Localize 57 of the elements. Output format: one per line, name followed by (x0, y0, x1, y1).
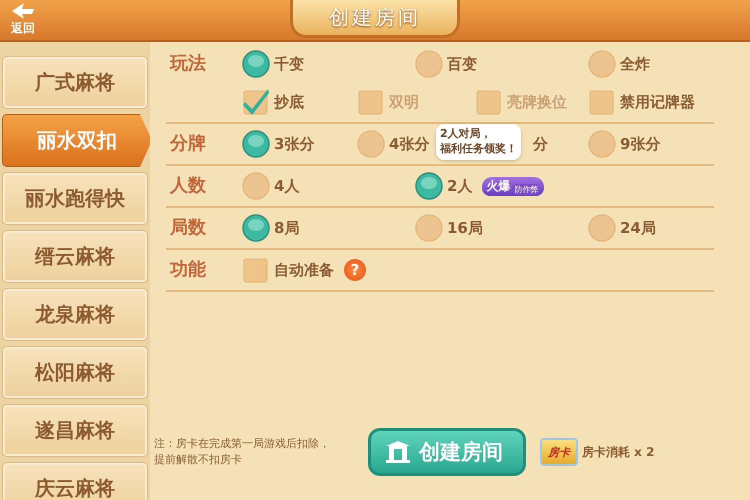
sidebar-item[interactable]: 庆云麻将 (2, 462, 148, 500)
option-label: 16局 (447, 218, 483, 238)
option-label: 24局 (620, 218, 656, 238)
setting-label: 人数 (168, 174, 207, 197)
tooltip-text: 福利任务领奖！ (440, 142, 517, 157)
radio-button[interactable] (415, 50, 443, 78)
create-room-button[interactable]: 创建房间 (368, 428, 526, 476)
setting-label: 玩法 (168, 52, 207, 75)
radio-button[interactable] (242, 214, 270, 242)
option-label: 4人 (274, 176, 300, 196)
sidebar-item[interactable]: 丽水双扣 (2, 114, 150, 167)
radio-button[interactable] (242, 50, 270, 78)
setting-label: 功能 (168, 258, 207, 281)
checkbox[interactable] (588, 88, 616, 116)
option-label: 自动准备 (274, 260, 334, 280)
option-label: 百变 (447, 54, 477, 74)
checkbox[interactable] (242, 256, 270, 284)
option-label: 9张分 (620, 134, 660, 154)
setting-label: 分牌 (168, 132, 207, 155)
radio-button[interactable] (415, 214, 443, 242)
option-label: 4张分 (389, 134, 430, 154)
sidebar-item[interactable]: 松阳麻将 (2, 346, 148, 399)
option-label: 8局 (274, 218, 300, 238)
card-cost: 房卡消耗 x 2 (582, 444, 654, 460)
room-card-icon: 房卡 (540, 438, 578, 466)
sidebar-item[interactable]: 缙云麻将 (2, 230, 148, 283)
option-label: 2人 (447, 176, 472, 196)
sidebar-item[interactable]: 丽水跑得快 (2, 172, 148, 225)
window-title: 创建房间 (290, 0, 460, 38)
radio-button[interactable] (242, 172, 270, 200)
radio-button[interactable] (242, 130, 270, 158)
note-text: 提前解散不扣房卡 (154, 452, 243, 468)
option-label: 全炸 (620, 54, 650, 74)
gate-icon (385, 440, 411, 464)
sidebar-item[interactable]: 龙泉麻将 (2, 288, 148, 341)
radio-button[interactable] (588, 130, 616, 158)
radio-button[interactable] (357, 130, 385, 158)
option-label: 3张分 (274, 134, 314, 154)
back-button[interactable]: 返回 (10, 2, 36, 37)
radio-button[interactable] (588, 214, 616, 242)
option-label: 抄底 (274, 92, 304, 112)
radio-button[interactable] (415, 172, 443, 200)
option-label: 千变 (274, 54, 304, 74)
option-label: 分 (533, 134, 548, 154)
option-label: 双明 (389, 92, 419, 112)
checkbox[interactable] (242, 88, 270, 116)
sidebar-item[interactable]: 遂昌麻将 (2, 404, 148, 457)
sidebar-item[interactable]: 广式麻将 (2, 56, 148, 109)
option-label: 亮牌换位 (507, 92, 567, 112)
setting-label: 局数 (168, 216, 207, 239)
note-text: 注：房卡在完成第一局游戏后扣除， (154, 436, 331, 452)
back-arrow-icon (10, 2, 36, 20)
hot-badge: 火爆 防作弊 (482, 176, 544, 196)
tooltip-text: 2人对局， (440, 127, 493, 142)
option-label: 禁用记牌器 (620, 92, 695, 112)
help-button[interactable]: ? (344, 259, 366, 281)
radio-button[interactable] (588, 50, 616, 78)
